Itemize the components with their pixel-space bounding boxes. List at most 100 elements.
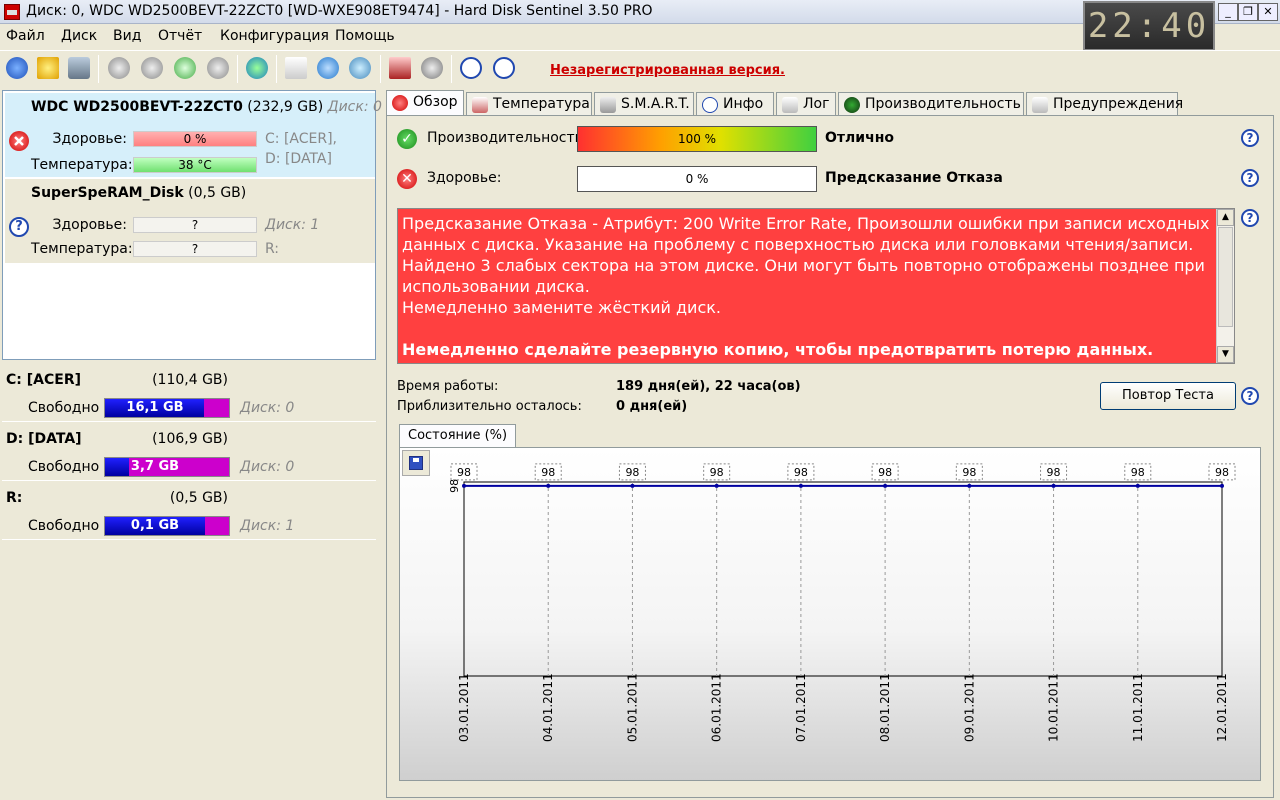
data-point [798, 483, 803, 488]
temperature-bar: ? [133, 241, 257, 257]
volume-size: (0,5 GB) [169, 490, 228, 506]
tab-performance[interactable]: Производительность [838, 92, 1024, 116]
test-button-3[interactable] [170, 53, 200, 83]
refresh-button[interactable] [2, 53, 32, 83]
alert-spacer [402, 318, 1214, 339]
y-tick-label: 98 [448, 479, 461, 493]
alert-scrollbar[interactable]: ▲ ▼ [1216, 209, 1234, 363]
free-space-value: 3,7 GB [130, 459, 180, 474]
unregistered-link[interactable]: Незарегистрированная версия. [550, 63, 785, 78]
disk-card-1[interactable]: SuperSpeRAM_Disk (0,5 GB) ? Здоровье: ? … [5, 179, 375, 263]
disk-size: (232,9 GB) [247, 99, 324, 115]
menu-disk[interactable]: Диск [61, 28, 97, 44]
menu-help[interactable]: Помощь [335, 28, 395, 44]
volume-card-d[interactable]: D: [DATA] (106,9 GB) Свободно 3,7 GB Дис… [2, 425, 376, 481]
refresh-icon [6, 57, 28, 79]
x-tick-label: 04.01.2011 [541, 673, 555, 742]
help-icon[interactable]: ? [1241, 387, 1259, 405]
save-chart-button[interactable] [402, 450, 430, 476]
chart-tab-status[interactable]: Состояние (%) [399, 424, 517, 448]
tab-label: Обзор [413, 94, 458, 110]
network-button[interactable] [345, 53, 375, 83]
x-tick-label: 03.01.2011 [457, 673, 471, 742]
data-label: 98 [794, 466, 808, 479]
free-space-value: 16,1 GB [126, 400, 184, 415]
data-point [1051, 483, 1056, 488]
right-pane: Обзор Температура S.M.A.R.T. Инфо Лог Пр… [382, 88, 1280, 800]
free-space-value: 0,1 GB [130, 518, 180, 533]
performance-bar: 100 % [577, 126, 817, 152]
tab-log[interactable]: Лог [776, 92, 836, 116]
help-button[interactable] [456, 53, 486, 83]
help-icon[interactable]: ? [1241, 129, 1259, 147]
tab-alerts[interactable]: Предупреждения [1026, 92, 1183, 116]
help-icon[interactable]: ? [1241, 169, 1259, 187]
x-tick-label: 07.01.2011 [794, 673, 808, 742]
error-icon [392, 95, 408, 111]
disk-button[interactable] [64, 53, 94, 83]
disk-index: Диск: 1 [265, 217, 320, 233]
uptime-value: 189 дня(ей), 22 часа(ов) [616, 379, 801, 394]
test-button-1[interactable] [104, 53, 134, 83]
sync-button[interactable] [313, 53, 343, 83]
data-point [1220, 483, 1224, 488]
chart-button[interactable] [385, 53, 415, 83]
error-status-icon [9, 131, 29, 151]
disk-test-icon [141, 57, 163, 79]
menu-file[interactable]: Файл [6, 28, 45, 44]
help-icon [460, 57, 482, 79]
volume-card-c[interactable]: C: [ACER] (110,4 GB) Свободно 16,1 GB Ди… [2, 366, 376, 422]
data-point [1135, 483, 1140, 488]
menu-view[interactable]: Вид [113, 28, 141, 44]
scroll-down-icon[interactable]: ▼ [1217, 346, 1234, 363]
health-bar: 0 % [577, 166, 817, 192]
health-label: Здоровье: [52, 131, 127, 147]
tab-smart[interactable]: S.M.A.R.T. [594, 92, 694, 116]
remaining-label: Приблизительно осталось: [397, 399, 582, 414]
alert-backup-line: Немедленно сделайте резервную копию, что… [402, 340, 1154, 359]
scroll-up-icon[interactable]: ▲ [1217, 209, 1234, 226]
help-icon[interactable]: ? [1241, 209, 1259, 227]
data-label: 98 [457, 466, 471, 479]
warning-button[interactable] [33, 53, 63, 83]
data-label: 98 [962, 466, 976, 479]
app-icon [4, 4, 20, 20]
unknown-status-icon: ? [9, 217, 29, 237]
sound-button[interactable] [417, 53, 447, 83]
close-button[interactable]: ✕ [1258, 3, 1278, 21]
scroll-thumb[interactable] [1218, 227, 1233, 327]
x-tick-label: 08.01.2011 [878, 673, 892, 742]
volume-r-label: R: [265, 241, 280, 257]
alerts-icon [1032, 97, 1048, 113]
tab-label: S.M.A.R.T. [621, 96, 690, 112]
volume-card-r[interactable]: R: (0,5 GB) Свободно 0,1 GB Диск: 1 [2, 484, 376, 540]
tab-temperature[interactable]: Температура [466, 92, 592, 116]
tab-overview[interactable]: Обзор [386, 90, 464, 118]
data-label: 98 [1131, 466, 1145, 479]
free-space-bar: 3,7 GB [104, 457, 230, 477]
toolbar-separator [380, 55, 381, 83]
test-button-2[interactable] [137, 53, 167, 83]
disk-card-0[interactable]: WDC WD2500BEVT-22ZCT0 (232,9 GB) Диск: 0… [5, 93, 382, 177]
tab-label: Предупреждения [1053, 96, 1184, 112]
volume-size: (106,9 GB) [152, 431, 228, 447]
alert-line: Предсказание Отказа - Атрибут: 200 Write… [402, 214, 1210, 254]
toolbar-separator [451, 55, 452, 83]
thermometer-icon [472, 97, 488, 113]
tab-info[interactable]: Инфо [696, 92, 774, 116]
alert-line: Немедленно замените жёсткий диск. [402, 298, 721, 317]
restore-button[interactable]: ❐ [1238, 3, 1258, 21]
minimize-button[interactable]: _ [1218, 3, 1238, 21]
disk-check-icon [174, 57, 196, 79]
info-icon [493, 57, 515, 79]
retest-button[interactable]: Повтор Теста [1100, 382, 1236, 410]
test-button-4[interactable] [203, 53, 233, 83]
menu-config[interactable]: Конфигурация [220, 28, 329, 44]
report-button[interactable] [281, 53, 311, 83]
x-tick-label: 10.01.2011 [1047, 673, 1061, 742]
menu-report[interactable]: Отчёт [158, 28, 202, 44]
health-bar: 0 % [133, 131, 257, 147]
info-icon [702, 97, 718, 113]
about-button[interactable] [489, 53, 519, 83]
web-button[interactable] [242, 53, 272, 83]
